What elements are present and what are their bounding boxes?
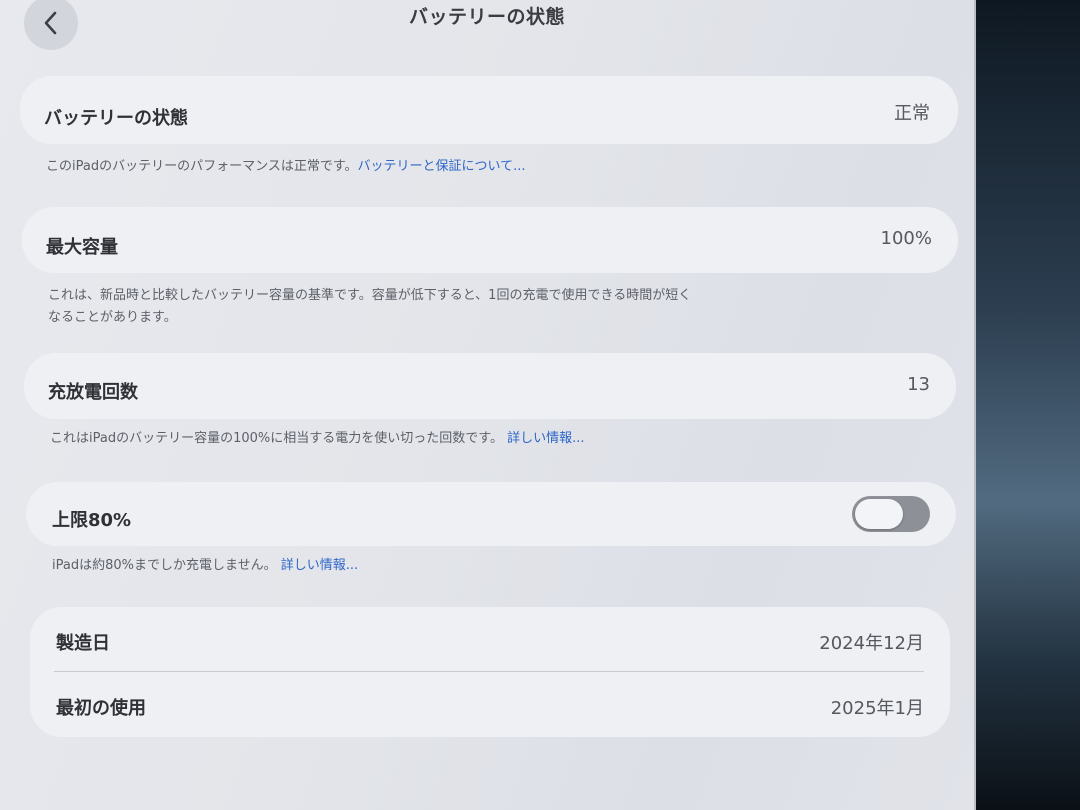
max-capacity-label: 最大容量 (46, 237, 118, 258)
page-title: バッテリーの状態 (408, 6, 565, 28)
limit-80-label: 上限80% (52, 510, 132, 531)
battery-health-note: このiPadのバッテリーのパフォーマンスは正常です。バッテリーと保証について..… (46, 156, 526, 178)
manufacture-date-label: 製造日 (56, 633, 110, 654)
battery-health-label: バッテリーの状態 (44, 108, 188, 129)
max-capacity-note: これは、新品時と比較したバッテリー容量の基準です。容量が低下すると、1回の充電で… (48, 285, 691, 329)
dates-divider (54, 671, 924, 672)
max-capacity-note-line2: なることがあります。 (48, 310, 177, 325)
settings-screen: バッテリーの状態 バッテリーの状態 正常 このiPadのバッテリーのパフォーマン… (0, 0, 976, 810)
cycle-count-note-text: これはiPadのバッテリー容量の100%に相当する電力を使い切った回数です。 (50, 431, 503, 446)
battery-health-row: バッテリーの状態 正常 (20, 76, 958, 144)
cycle-count-label: 充放電回数 (48, 382, 138, 403)
battery-warranty-link[interactable]: バッテリーと保証について... (358, 159, 526, 174)
limit-80-note: iPadは約80%までしか充電しません。 詳しい情報... (52, 555, 358, 577)
first-use-label: 最初の使用 (56, 698, 146, 719)
battery-health-value: 正常 (894, 103, 930, 124)
cycle-count-row: 充放電回数 13 (24, 353, 956, 419)
first-use-value: 2025年1月 (830, 698, 924, 719)
max-capacity-row: 最大容量 100% (22, 207, 958, 273)
cycle-count-note: これはiPadのバッテリー容量の100%に相当する電力を使い切った回数です。 詳… (50, 428, 585, 450)
limit-80-row: 上限80% (26, 482, 956, 546)
dates-group (30, 607, 950, 737)
manufacture-date-value: 2024年12月 (819, 633, 924, 654)
toggle-knob (855, 499, 903, 529)
battery-health-note-text: このiPadのバッテリーのパフォーマンスは正常です。 (46, 159, 358, 174)
cycle-count-more-info-link[interactable]: 詳しい情報... (507, 431, 584, 446)
cycle-count-value: 13 (907, 374, 930, 395)
limit-80-toggle[interactable] (852, 496, 930, 532)
background-outside-screen (965, 0, 1080, 810)
max-capacity-note-line1: これは、新品時と比較したバッテリー容量の基準です。容量が低下すると、1回の充電で… (48, 288, 692, 303)
max-capacity-value: 100% (880, 228, 932, 249)
limit-80-note-text: iPadは約80%までしか充電しません。 (52, 558, 277, 573)
limit-80-more-info-link[interactable]: 詳しい情報... (281, 558, 358, 573)
